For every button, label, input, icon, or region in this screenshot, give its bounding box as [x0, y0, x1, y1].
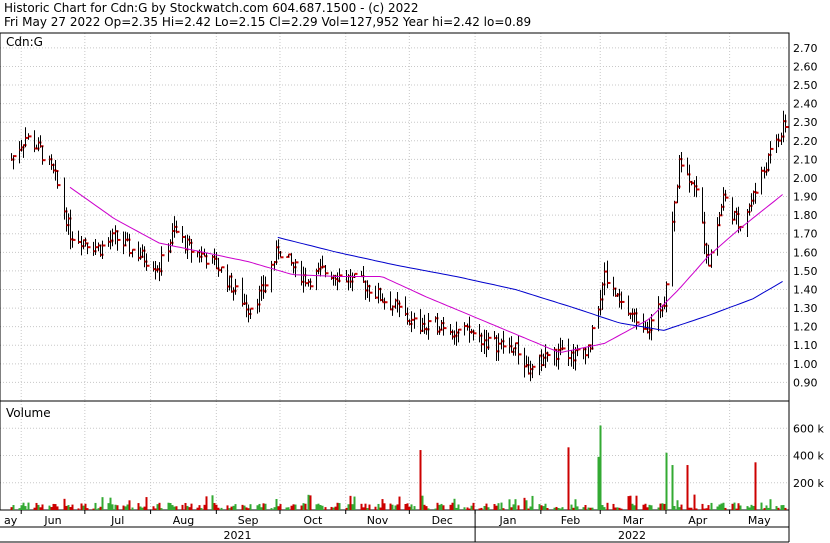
- month-label: Mar: [623, 514, 644, 527]
- price-tick-label: 1.20: [793, 321, 818, 334]
- price-tick-label: 1.80: [793, 209, 818, 222]
- price-tick-label: 2.20: [793, 135, 818, 148]
- month-label: Oct: [303, 514, 323, 527]
- volume-grid: [0, 401, 789, 510]
- volume-tick-label: 400 k: [793, 450, 824, 463]
- price-tick-label: 2.50: [793, 79, 818, 92]
- month-label: Jul: [110, 514, 124, 527]
- volume-axis: 600 k 400 k 200 k: [793, 422, 824, 490]
- stock-chart: Cdn:G Volume 2.70 2.60 2.50 2.40 2.30 2.20 2.1…: [0, 32, 824, 543]
- price-tick-label: 1.60: [793, 246, 818, 259]
- volume-tick-label: 200 k: [793, 477, 824, 490]
- month-label: Jan: [498, 514, 516, 527]
- year-label: 2021: [224, 529, 252, 542]
- symbol-label: Cdn:G: [6, 35, 43, 49]
- price-tick-label: 1.70: [793, 228, 818, 241]
- price-tick-label: 1.90: [793, 191, 818, 204]
- month-label: Apr: [688, 514, 708, 527]
- price-tick-label: 2.60: [793, 60, 818, 73]
- price-tick-label: 2.00: [793, 172, 818, 185]
- month-label: Feb: [561, 514, 580, 527]
- month-label: ay: [4, 514, 18, 527]
- price-tick-label: 1.10: [793, 339, 818, 352]
- price-tick-label: 1.50: [793, 265, 818, 278]
- month-label: Dec: [432, 514, 453, 527]
- price-tick-label: 1.40: [793, 283, 818, 296]
- price-panel-frame: [0, 32, 790, 402]
- price-tick-label: 2.70: [793, 42, 818, 55]
- price-tick-label: 1.00: [793, 358, 818, 371]
- month-label: Jun: [43, 514, 61, 527]
- volume-label: Volume: [6, 406, 51, 420]
- volume-bars: [10, 425, 787, 510]
- price-axis: 2.70 2.60 2.50 2.40 2.30 2.20 2.10 2.00 1.90 1.80…: [793, 42, 818, 390]
- month-axis: ay Jun Jul Aug Sep Oct Nov Dec Jan Feb Mar Apr May: [4, 510, 771, 527]
- price-tick-label: 2.10: [793, 153, 818, 166]
- volume-tick-label: 600 k: [793, 422, 824, 435]
- price-tick-label: 1.30: [793, 302, 818, 315]
- price-tick-label: 0.90: [793, 376, 818, 389]
- price-bars: [11, 110, 789, 382]
- year-label: 2022: [618, 529, 646, 542]
- month-label: Sep: [238, 514, 259, 527]
- month-label: Nov: [367, 514, 389, 527]
- month-label: May: [748, 514, 771, 527]
- price-tick-label: 2.30: [793, 116, 818, 129]
- month-label: Aug: [173, 514, 194, 527]
- price-tick-label: 2.40: [793, 98, 818, 111]
- volume-panel-frame: [0, 400, 790, 511]
- price-grid: [0, 33, 789, 401]
